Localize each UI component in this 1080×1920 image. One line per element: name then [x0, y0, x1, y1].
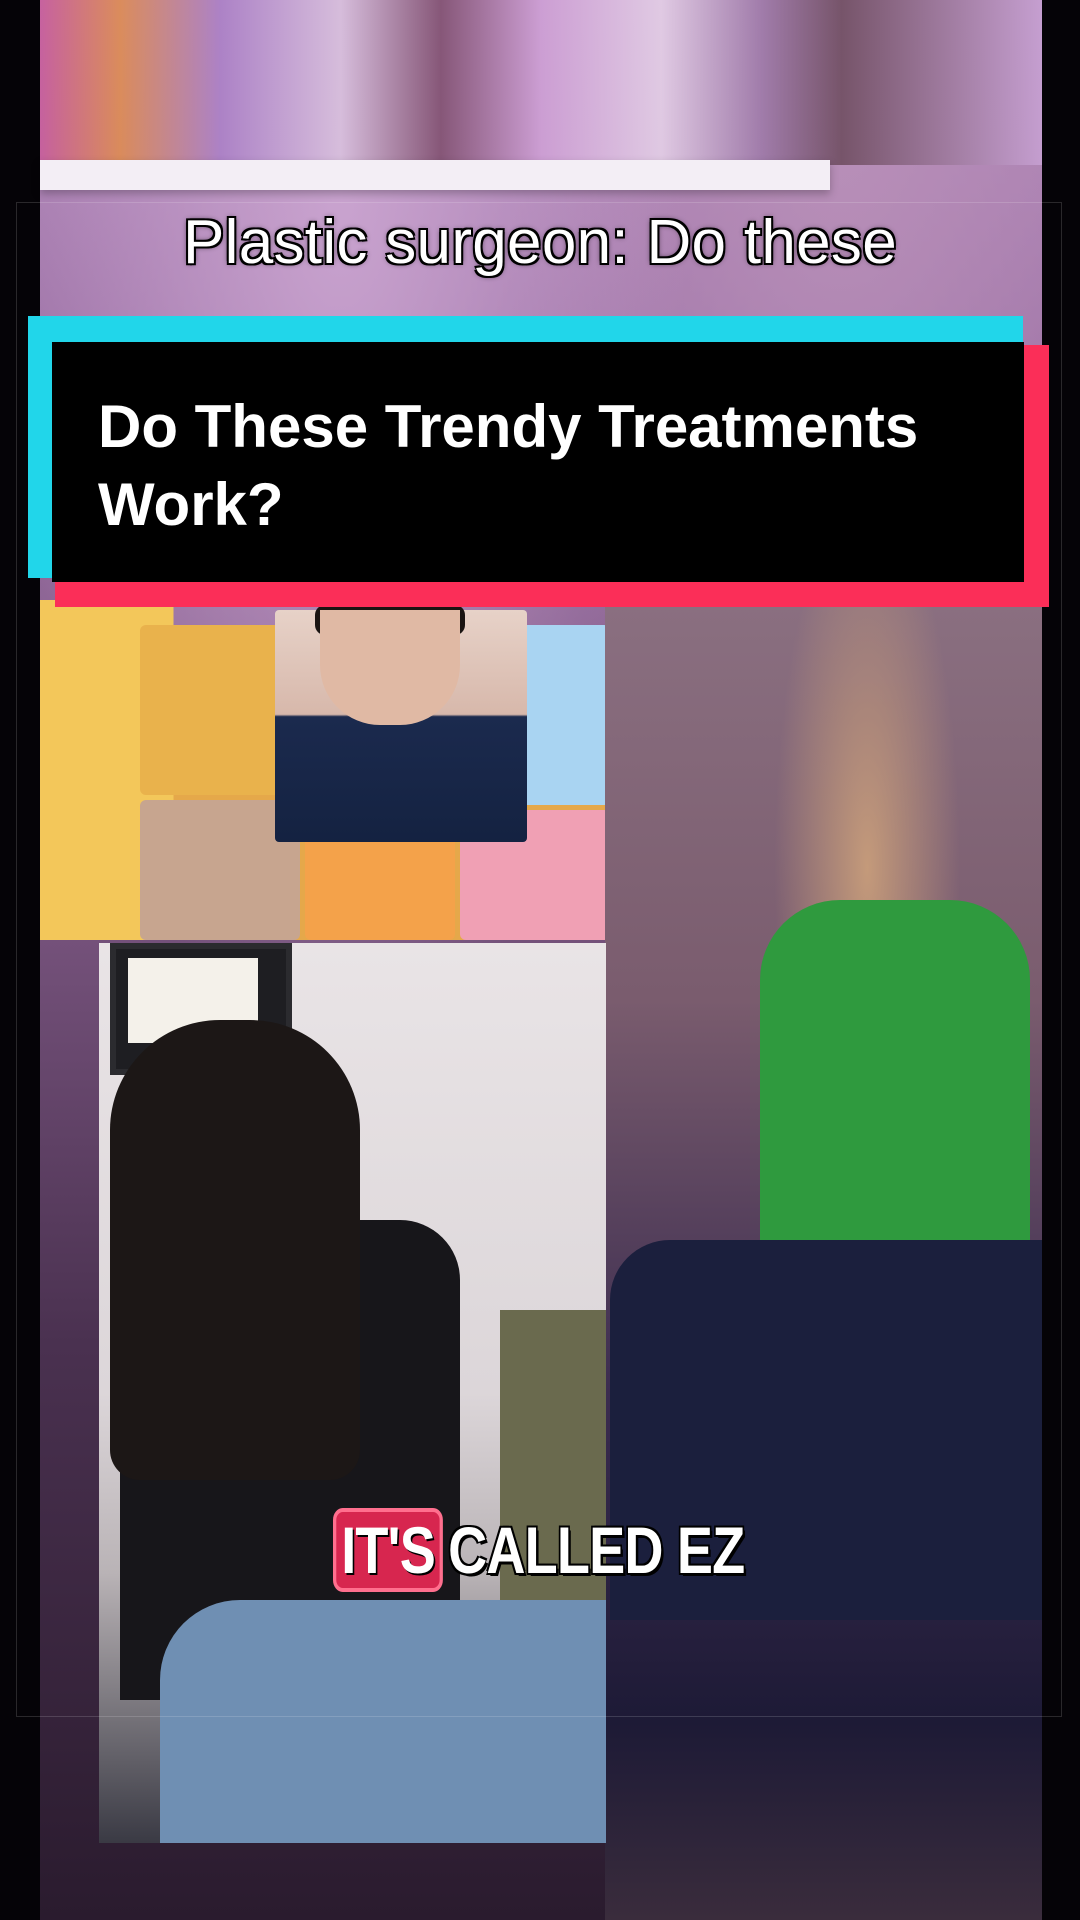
subtitle-text: CALLED EZ [448, 1513, 745, 1587]
shelf [40, 160, 830, 190]
subtitle-caption: IT'S CALLED EZ [333, 1508, 745, 1592]
title-banner-text: Do These Trendy Treatments Work? [98, 393, 919, 538]
shelf-decor [40, 0, 1042, 165]
subtitle-highlight-word: IT'S [333, 1508, 444, 1592]
top-caption: Plastic surgeon: Do these [183, 208, 897, 277]
subtitle-highlight-text: IT'S [341, 1513, 436, 1587]
video-frame[interactable]: Plastic surgeon: Do these trendy treatme… [0, 0, 1080, 1920]
